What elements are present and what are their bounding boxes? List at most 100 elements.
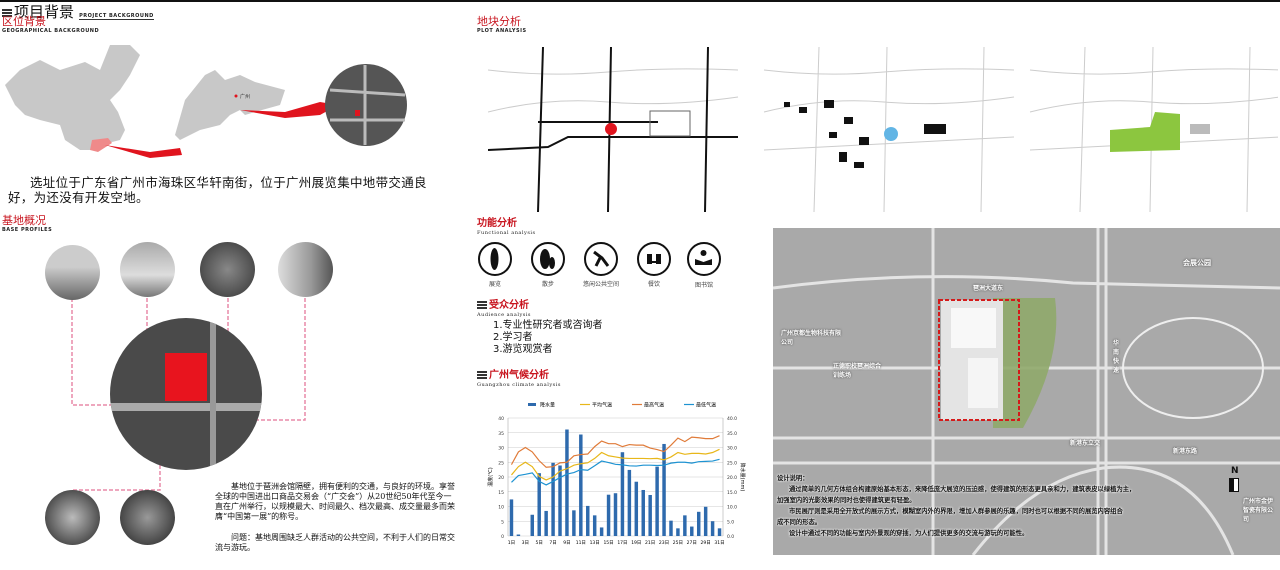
- guangzhou-dot: [234, 94, 238, 98]
- map-label: 正德职校琶洲综合训练场: [833, 363, 882, 379]
- location-maps: 广州: [5, 45, 407, 158]
- x-tick-label: 9日: [563, 540, 570, 546]
- legend-label: 最高气温: [644, 402, 664, 409]
- right-tick-label: 30.0: [727, 446, 737, 452]
- guangdong-highlight: [90, 138, 112, 152]
- base-description: 基地位于琶洲会馆隔壁，拥有便利的交通，与良好的环境。享誉全球的中国进出口商品交易…: [215, 482, 455, 521]
- plot-heading: 地块分析 PLOT ANALYSIS: [477, 15, 527, 35]
- photo-trees: [200, 242, 255, 297]
- climate-title-en: Guangzhou climate analysis: [477, 382, 561, 388]
- standing-person-icon: [478, 242, 512, 276]
- rain-bar: [676, 528, 680, 536]
- left-axis-label: 温度(℃): [487, 467, 494, 487]
- audience-heading: 受众分析 Audience analysis: [477, 300, 531, 318]
- rain-bar: [613, 493, 618, 536]
- location-title: 区位背景: [2, 15, 46, 28]
- x-tick-label: 27日: [687, 540, 697, 546]
- legend-label: 最低气温: [696, 402, 716, 409]
- function-label: 图书馆: [694, 282, 713, 289]
- x-tick-label: 7日: [549, 540, 556, 546]
- climate-chart: 0 5 10 15 20 25 30 35 40 0.0 5.0 10.0 15.0 20.0 25.0 30…: [487, 402, 746, 547]
- location-heading: 区位背景 GEOGRAPHICAL BACKGROUND: [2, 15, 100, 35]
- rain-bar: [634, 481, 639, 536]
- rain-bar: [572, 510, 576, 536]
- x-tick-label: 19日: [631, 540, 641, 546]
- x-tick-label: 17日: [617, 540, 627, 546]
- temp-line-3: [511, 458, 720, 486]
- left-tick-label: 30: [498, 446, 504, 452]
- rain-bar: [599, 527, 604, 536]
- design-line: 成不同的形态。: [777, 519, 822, 526]
- design-line: 通过简单的几何方体组合构建原始基本形态，来降低庞大展览的压迫感，使得建筑的形态更…: [789, 486, 1136, 493]
- dining-icon: [637, 242, 671, 276]
- design-line: 加强室内的光影效果的同时也使得建筑更有轻盈。: [777, 497, 916, 504]
- audience-list: 1.专业性研究者或咨询者 2.学习者 3.游览观赏者: [493, 320, 603, 356]
- left-tick-label: 15: [498, 490, 504, 496]
- rain-bar: [703, 506, 708, 536]
- photo-street: [120, 242, 175, 297]
- legend-label: 平均气温: [592, 402, 612, 409]
- x-tick-label: 29日: [701, 540, 711, 546]
- right-tick-label: 40.0: [727, 416, 737, 422]
- left-tick-label: 20: [498, 475, 504, 481]
- rain-bar: [710, 521, 715, 536]
- x-tick-label: 15日: [603, 540, 613, 546]
- connector-1: [105, 145, 182, 158]
- right-tick-label: 5.0: [727, 519, 734, 525]
- rain-bar: [669, 520, 673, 536]
- rain-bar: [655, 466, 659, 536]
- site-marker-blue: [884, 127, 898, 141]
- right-tick-label: 25.0: [727, 460, 737, 466]
- design-line: 市民展厅则是采用全开放式的展示方式，模糊室内外的界限，增加人群参展的乐趣，同时也…: [789, 508, 1123, 515]
- right-tick-label: 20.0: [727, 475, 737, 481]
- audience-title: 受众分析: [489, 300, 529, 311]
- right-tick-label: 15.0: [727, 490, 737, 496]
- top-border: [0, 0, 1280, 2]
- location-title-en: GEOGRAPHICAL BACKGROUND: [2, 28, 100, 34]
- x-tick-label: 21日: [645, 540, 655, 546]
- guangzhou-label: 广州: [240, 93, 250, 100]
- walking-people-icon: [531, 242, 565, 276]
- left-tick-label: 5: [501, 519, 504, 525]
- legend-label: 降水量: [540, 402, 555, 409]
- green-area: [1110, 112, 1180, 152]
- base-problem: 问题：基地周围缺乏人群活动的公共空间，不利于人们的日常交流与游玩。: [215, 533, 455, 552]
- x-tick-label: 11日: [576, 540, 586, 546]
- audience-title-en: Audience analysis: [477, 312, 531, 318]
- location-description: 选址位于广东省广州市海珠区华轩南街，位于广州展览集中地带交通良好，为还没有开发空…: [8, 175, 427, 205]
- map-label: 新港东路: [1173, 448, 1198, 455]
- left-tick-label: 35: [498, 431, 504, 437]
- left-tick-label: 10: [498, 505, 504, 511]
- rain-bar: [641, 489, 645, 536]
- map-label: 华南快速: [1113, 340, 1120, 374]
- rain-bar: [696, 511, 701, 536]
- climate-heading: 广州气候分析 Guangzhou climate analysis: [477, 370, 561, 388]
- plot-green-diagram: [1029, 46, 1278, 212]
- rain-bar: [662, 443, 666, 536]
- skater-icon: [584, 242, 618, 276]
- photo-greenway: [120, 490, 175, 545]
- design-line: 设计中通过不同的功能与室内外景观的穿插，为人们提供更多的交流与游玩的可能性。: [789, 530, 1029, 537]
- functional-title-en: Functional analysis: [477, 230, 536, 236]
- base-heading: 基地概况 BASE PROFILES: [2, 214, 52, 234]
- x-tick-label: 23日: [659, 540, 669, 546]
- rain-bar: [592, 515, 597, 536]
- left-tick-label: 40: [498, 416, 504, 422]
- map-label: 新港东立交: [1070, 440, 1101, 447]
- rain-bar: [565, 429, 569, 536]
- design-description: 设计说明： 通过简单的几何方体组合构建原始基本形态，来降低庞大展览的压迫感，使得…: [777, 473, 1272, 539]
- x-tick-label: 5日: [536, 540, 543, 546]
- plot-roads-diagram: [488, 46, 739, 212]
- photo-path: [45, 490, 100, 545]
- left-tick-label: 0: [501, 534, 504, 540]
- rain-bar: [509, 499, 514, 536]
- base-title: 基地概况: [2, 214, 46, 227]
- functional-heading: 功能分析 Functional analysis: [477, 218, 536, 236]
- x-tick-label: 1日: [508, 540, 515, 546]
- plot-title: 地块分析: [477, 15, 521, 28]
- x-tick-label: 31日: [714, 540, 724, 546]
- rain-bar: [648, 494, 652, 536]
- rain-bar: [516, 534, 521, 536]
- plot-diagrams: [488, 46, 1278, 212]
- rain-bar: [551, 462, 555, 536]
